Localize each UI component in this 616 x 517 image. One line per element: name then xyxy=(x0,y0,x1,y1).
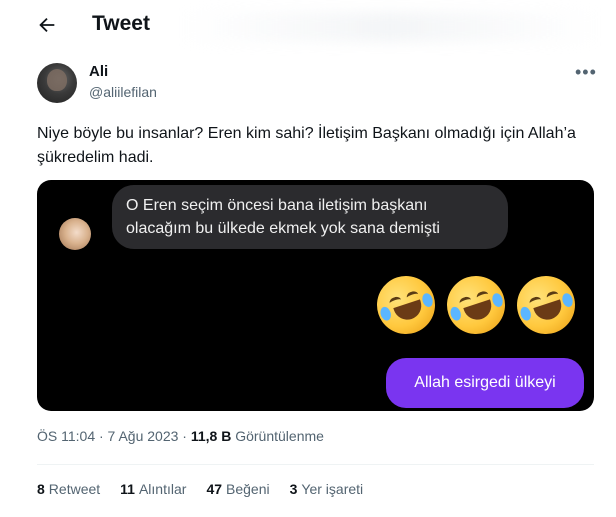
retweets-stat[interactable]: 8 Retweet xyxy=(37,481,100,497)
tweet-media-image[interactable]: O Eren seçim öncesi bana iletişim başkan… xyxy=(37,180,594,411)
bookmarks-stat[interactable]: 3 Yer işareti xyxy=(290,481,364,497)
likes-stat[interactable]: 47 Beğeni xyxy=(206,481,269,497)
page-title: Tweet xyxy=(92,12,150,35)
tweet-text: Niye böyle bu insanlar? Eren kim sahi? İ… xyxy=(37,125,576,166)
divider xyxy=(37,464,594,465)
author-handle[interactable]: @aliilefilan xyxy=(89,84,157,100)
author-name[interactable]: Ali xyxy=(89,63,108,80)
tweet-timestamp[interactable]: ÖS 11:04 · 7 Ağu 2023 · xyxy=(37,428,187,444)
author-avatar[interactable] xyxy=(37,63,77,103)
quotes-stat[interactable]: 11 Alıntılar xyxy=(120,481,186,497)
back-button[interactable] xyxy=(34,12,60,38)
received-message-bubble: O Eren seçim öncesi bana iletişim başkan… xyxy=(112,185,508,249)
rolling-laughing-emoji-icon xyxy=(369,268,443,342)
tweet-meta: ÖS 11:04 · 7 Ağu 2023 · 11,8 B Görüntüle… xyxy=(37,428,324,444)
more-options-icon[interactable]: ••• xyxy=(575,62,597,83)
top-header: Tweet xyxy=(0,0,616,52)
rolling-laughing-emoji-icon xyxy=(439,268,513,342)
views-count: 11,8 B xyxy=(190,428,232,444)
arrow-left-icon xyxy=(39,17,55,33)
blurred-header-area xyxy=(180,12,600,42)
emoji-reactions xyxy=(369,268,583,342)
rolling-laughing-emoji-icon xyxy=(509,268,583,342)
views-label: Görüntülenme xyxy=(235,428,324,444)
sent-message-bubble: Allah esirgedi ülkeyi xyxy=(386,358,584,408)
sender-avatar xyxy=(59,218,91,250)
engagement-stats: 8 Retweet 11 Alıntılar 47 Beğeni 3 Yer işare… xyxy=(37,481,363,497)
